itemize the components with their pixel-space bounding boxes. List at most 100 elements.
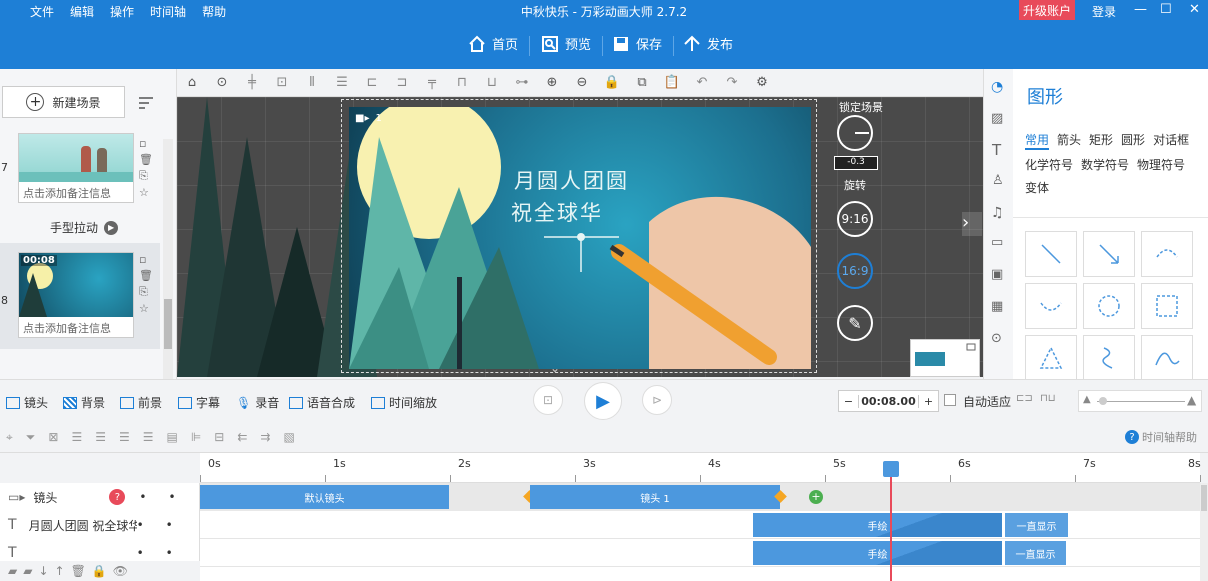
track-name[interactable]: ▭▸ 镜头 ? • • <box>0 483 200 511</box>
filter-icon[interactable]: ⏷ <box>26 430 36 445</box>
scene-thumbnail[interactable]: 00:08 <box>19 253 133 317</box>
text-icon[interactable]: T <box>992 141 1001 159</box>
delete-icon[interactable]: 🗑 <box>139 153 153 166</box>
track-name[interactable]: T 月圆人团圆 祝全球华 • • <box>0 511 200 539</box>
maximize-icon[interactable]: ☐ <box>1160 2 1172 17</box>
more-icon[interactable]: ⊙ <box>991 331 1002 346</box>
dot-icon[interactable]: • <box>139 490 146 504</box>
timeline-help-link[interactable]: ? 时间轴帮助 <box>1125 429 1197 445</box>
dot-icon[interactable]: • <box>166 518 173 532</box>
decrement-button[interactable]: − <box>839 394 859 408</box>
sort-icon[interactable] <box>131 88 163 118</box>
folder-add-icon[interactable]: ▰ <box>8 564 17 578</box>
always-show-clip[interactable]: 一直显示 <box>1005 513 1068 537</box>
delete-icon[interactable]: 🗑 <box>71 564 86 578</box>
more-icon[interactable]: ⊙ <box>207 69 237 97</box>
move-left-icon[interactable]: ⇇ <box>237 430 247 445</box>
add-camera-button[interactable]: 镜头 <box>6 394 48 411</box>
copy-icon[interactable]: ▫ <box>139 137 153 150</box>
hand-draw-clip[interactable]: 手绘 <box>753 541 1002 565</box>
align-left-icon[interactable]: ☰ <box>71 430 82 445</box>
media-icon[interactable]: ▣ <box>991 267 1003 282</box>
paste-icon[interactable]: 📋 <box>657 69 687 97</box>
minimize-icon[interactable]: — <box>1134 2 1147 17</box>
camera-1-clip[interactable]: 镜头 1 <box>530 485 780 509</box>
zoom-out-icon[interactable]: ⊖ <box>567 69 597 97</box>
star-icon[interactable]: ☆ <box>139 186 153 199</box>
always-show-clip[interactable]: 一直显示 <box>1005 541 1066 565</box>
next-frame-icon[interactable]: ⊳ <box>642 385 672 415</box>
align-center-icon[interactable]: ☰ <box>119 430 130 445</box>
time-ruler[interactable]: 0s 1s 2s 3s 4s 5s 6s 7s 8s <box>200 453 1201 483</box>
publish-button[interactable]: 发布 <box>683 34 733 53</box>
playhead-handle[interactable] <box>883 461 899 477</box>
folder-icon[interactable]: ▰ <box>23 564 32 578</box>
category-arrow[interactable]: 箭头 <box>1057 131 1081 150</box>
scene-card[interactable]: 点击添加备注信息 <box>18 133 134 203</box>
arrow-shape-icon[interactable] <box>1083 231 1135 277</box>
login-button[interactable]: 登录 <box>1092 3 1116 20</box>
add-camera-icon[interactable]: + <box>809 490 823 504</box>
category-chemistry[interactable]: 化学符号 <box>1025 156 1073 173</box>
increment-button[interactable]: + <box>918 394 938 408</box>
chevron-down-icon[interactable]: ⌄ <box>539 361 571 375</box>
preview-button[interactable]: 预览 <box>541 34 591 53</box>
zoom-in-icon[interactable]: ⊕ <box>537 69 567 97</box>
gallery-icon[interactable]: ▦ <box>991 299 1003 314</box>
close-icon[interactable]: ✕ <box>1189 2 1200 17</box>
category-variant[interactable]: 变体 <box>1025 179 1049 196</box>
upgrade-button[interactable]: 升级账户 <box>1019 0 1076 20</box>
align-vertical-icon[interactable]: ⫴ <box>297 69 327 97</box>
home-icon[interactable]: ⌂ <box>177 69 207 97</box>
lock-icon[interactable]: 🔒 <box>92 564 107 578</box>
zoom-handle[interactable] <box>1099 397 1107 405</box>
draw-pen-icon[interactable]: ✎ <box>837 305 873 341</box>
curved-arrow-shape-icon[interactable] <box>1025 283 1077 329</box>
move-icon[interactable]: ⎘ <box>139 285 153 299</box>
camera-frame[interactable] <box>341 99 817 373</box>
add-foreground-button[interactable]: 前景 <box>120 394 162 411</box>
add-recording-button[interactable]: 🎙 录音 <box>236 394 279 411</box>
scene-thumbnail[interactable] <box>19 134 133 182</box>
align-bottom-icon[interactable]: ⊔ <box>477 69 507 97</box>
minimap[interactable] <box>910 339 980 377</box>
auto-fit-checkbox[interactable] <box>944 394 956 406</box>
align-right-icon[interactable]: ☰ <box>95 430 106 445</box>
group-icon[interactable]: ⊡ <box>267 69 297 97</box>
align-center-icon[interactable]: ╪ <box>237 69 267 97</box>
align-hcenter-icon[interactable]: ⊶ <box>507 69 537 97</box>
rotate-value[interactable]: -0.3 <box>834 156 878 170</box>
add-background-button[interactable]: 背景 <box>63 394 105 411</box>
category-common[interactable]: 常用 <box>1025 131 1050 150</box>
play-button[interactable]: ▶ <box>584 382 622 420</box>
fit-height-icon[interactable]: ⊓⊔ <box>1040 393 1056 404</box>
settings-icon[interactable]: ⚙ <box>747 69 777 97</box>
lock-icon[interactable]: 🔒 <box>597 69 627 97</box>
time-input[interactable]: 00:08.00 <box>859 395 918 408</box>
align-left-icon[interactable]: ⊏ <box>357 69 387 97</box>
scene-note[interactable]: 点击添加备注信息 <box>19 182 133 202</box>
music-icon[interactable]: ♫ <box>991 205 1004 221</box>
move-right-icon[interactable]: ⇉ <box>260 430 270 445</box>
copy-icon[interactable]: ⧉ <box>627 69 657 97</box>
distribute-icon[interactable]: ▤ <box>167 430 178 445</box>
new-scene-button[interactable]: + 新建场景 <box>2 86 125 118</box>
ratio-916-button[interactable]: 9:16 <box>837 201 873 237</box>
move-icon[interactable]: ⎘ <box>139 169 153 183</box>
timeline-scrollbar[interactable] <box>1200 483 1208 581</box>
stack-icon[interactable]: ⊫ <box>191 430 201 445</box>
scene-scrollbar[interactable] <box>163 139 173 419</box>
playhead[interactable] <box>883 461 899 581</box>
transition-button[interactable]: 手型拉动 ▶ <box>50 219 119 236</box>
target-icon[interactable]: ⌖ <box>6 430 13 445</box>
home-button[interactable]: 首页 <box>468 34 518 53</box>
category-physics[interactable]: 物理符号 <box>1137 156 1185 173</box>
dashed-triangle-shape-icon[interactable] <box>1025 335 1077 381</box>
align-middle-icon[interactable]: ╤ <box>417 69 447 97</box>
scene-card[interactable]: 00:08 点击添加备注信息 <box>18 252 134 338</box>
redo-icon[interactable]: ↷ <box>717 69 747 97</box>
dashed-arc-shape-icon[interactable] <box>1141 231 1193 277</box>
save-button[interactable]: 保存 <box>612 34 662 53</box>
category-rect[interactable]: 矩形 <box>1089 131 1113 150</box>
align-top-icon[interactable]: ⊓ <box>447 69 477 97</box>
